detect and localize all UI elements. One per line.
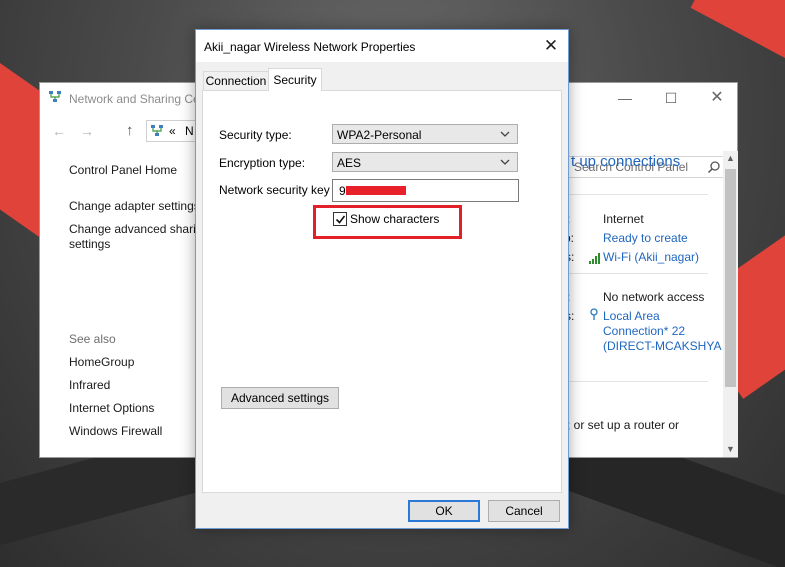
security-type-value: WPA2-Personal [337, 128, 422, 142]
redaction-bar [346, 186, 406, 195]
close-icon[interactable]: ✕ [708, 89, 726, 107]
annotation-highlight-box [313, 205, 462, 239]
wireless-properties-dialog[interactable]: Akii_nagar Wireless Network Properties ✕… [195, 29, 569, 529]
encryption-type-dropdown[interactable]: AES [332, 152, 518, 172]
access-type-value-2: No network access [603, 290, 705, 304]
divider [568, 381, 708, 382]
search-icon[interactable] [707, 160, 721, 174]
change-adapter-settings-link[interactable]: Change adapter settings [69, 199, 200, 213]
cp-window-title: Network and Sharing Ce [69, 92, 200, 106]
chevron-down-icon [500, 131, 510, 137]
encryption-type-label: Encryption type: [219, 156, 306, 170]
dialog-title: Akii_nagar Wireless Network Properties [204, 40, 416, 54]
vertical-scrollbar[interactable]: ▲ ▼ [723, 151, 738, 457]
dialog-title-bar[interactable]: Akii_nagar Wireless Network Properties ✕ [196, 30, 568, 62]
internet-options-link[interactable]: Internet Options [69, 401, 154, 415]
forward-arrow-icon[interactable]: → [80, 123, 94, 139]
security-type-dropdown[interactable]: WPA2-Personal [332, 124, 518, 144]
back-arrow-icon[interactable]: ← [52, 123, 66, 139]
homegroup-ready-link[interactable]: Ready to create [603, 231, 688, 245]
setup-router-text: ; or set up a router or [567, 418, 680, 432]
advanced-settings-button[interactable]: Advanced settings [221, 387, 339, 409]
homegroup-link[interactable]: HomeGroup [69, 355, 134, 369]
security-tab-panel: Security type: WPA2-Personal Encryption … [202, 90, 562, 493]
wifi-connection-link[interactable]: Wi-Fi (Akii_nagar) [603, 250, 699, 264]
local-area-connection-link-line2[interactable]: Connection* 22 [603, 324, 685, 338]
network-icon [49, 91, 61, 102]
change-advanced-sharing-link[interactable]: Change advanced sharing [69, 222, 209, 236]
divider [568, 194, 708, 195]
up-arrow-icon[interactable]: ↑ [126, 123, 134, 139]
local-area-connection-link-line3[interactable]: (DIRECT-MCAKSHYA [603, 339, 721, 353]
ok-button[interactable]: OK [408, 500, 480, 522]
cp-section-heading: t up connections [571, 153, 681, 170]
network-key-text: 9 [339, 184, 346, 198]
scroll-up-icon[interactable]: ▲ [723, 151, 738, 166]
access-type-value: Internet [603, 212, 644, 226]
network-key-label: Network security key [219, 183, 330, 197]
control-panel-home-link[interactable]: Control Panel Home [69, 163, 177, 177]
encryption-type-value: AES [337, 156, 362, 170]
cancel-button[interactable]: Cancel [488, 500, 560, 522]
maximize-icon[interactable]: ☐ [662, 89, 680, 107]
tab-security[interactable]: Security [268, 68, 322, 91]
chevron-down-icon [500, 159, 510, 165]
scrollbar-thumb[interactable] [725, 169, 736, 387]
see-also-heading: See also [69, 332, 116, 346]
divider [568, 273, 708, 274]
minimize-icon[interactable]: — [616, 89, 634, 107]
tab-connection[interactable]: Connection [203, 71, 269, 90]
network-icon [151, 125, 163, 136]
infrared-link[interactable]: Infrared [69, 378, 110, 392]
change-advanced-sharing-link-line2[interactable]: settings [69, 237, 110, 251]
security-type-label: Security type: [219, 128, 292, 142]
wifi-signal-icon [589, 253, 600, 264]
network-adapter-icon [590, 308, 598, 320]
close-icon[interactable]: ✕ [541, 37, 561, 55]
breadcrumb-overflow[interactable]: « [169, 124, 176, 138]
scroll-down-icon[interactable]: ▼ [723, 442, 738, 457]
breadcrumb-text[interactable]: N [185, 124, 194, 138]
windows-firewall-link[interactable]: Windows Firewall [69, 424, 162, 438]
network-key-field[interactable]: 9 [332, 179, 519, 202]
local-area-connection-link[interactable]: Local Area [603, 309, 660, 323]
